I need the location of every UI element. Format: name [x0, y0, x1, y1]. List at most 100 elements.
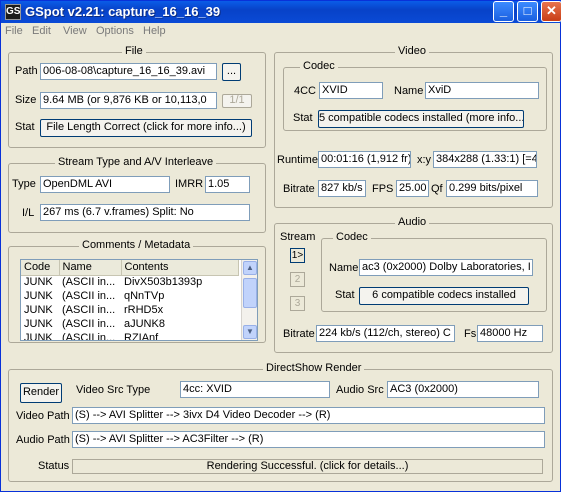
- cell-name: (ASCII in...: [62, 304, 116, 316]
- video-stat-label: Stat: [293, 112, 313, 124]
- table-row[interactable]: JUNK (ASCII in... rRHD5x: [21, 303, 239, 317]
- cell-contents: rRHD5x: [124, 304, 164, 316]
- menu-options[interactable]: Options: [96, 25, 134, 37]
- close-button[interactable]: ✕: [541, 1, 561, 22]
- table-row[interactable]: JUNK (ASCII in... DivX503b1393p: [21, 275, 239, 289]
- menu-view[interactable]: View: [63, 25, 87, 37]
- video-stat-button[interactable]: 5 compatible codecs installed (more info…: [318, 110, 524, 128]
- cell-code: JUNK: [24, 290, 53, 302]
- cell-contents: qNnTVp: [124, 290, 165, 302]
- fs-label: Fs: [464, 328, 477, 340]
- metadata-table: Code Name Contents JUNK (ASCII in... DivX5…: [21, 260, 239, 341]
- audio-name-label: Name: [329, 262, 359, 274]
- video-bitrate-field[interactable]: 827 kb/s: [318, 180, 366, 197]
- minimize-icon: _: [499, 3, 508, 18]
- size-field[interactable]: 9.64 MB (or 9,876 KB or 10,113,0: [40, 92, 217, 109]
- path-label: Path: [15, 65, 38, 77]
- col-name-header[interactable]: Name: [59, 260, 122, 276]
- metadata-scrollbar[interactable]: ▲ ▼: [241, 260, 257, 340]
- video-src-field[interactable]: 4cc: XVID: [180, 381, 330, 398]
- fourcc-label: 4CC: [294, 85, 317, 97]
- maximize-button[interactable]: □: [517, 1, 538, 22]
- menu-bar: File Edit View Options Help: [1, 23, 561, 41]
- video-path-label: Video Path: [16, 410, 70, 422]
- table-row[interactable]: JUNK (ASCII in... RZIAnf: [21, 331, 239, 341]
- video-bitrate-label: Bitrate: [283, 183, 315, 195]
- title-bar[interactable]: GS GSpot v2.21: capture_16_16_39 _ □ ✕: [1, 1, 561, 23]
- table-row[interactable]: JUNK (ASCII in... qNnTVp: [21, 289, 239, 303]
- audio-path-label: Audio Path: [16, 434, 70, 446]
- audio-path-field[interactable]: (S) --> AVI Splitter --> AC3Filter --> (…: [72, 431, 545, 448]
- fourcc-field[interactable]: XVID: [319, 82, 383, 99]
- cell-code: JUNK: [24, 318, 53, 330]
- video-src-label: Video Src Type: [76, 384, 151, 396]
- cell-name: (ASCII in...: [62, 290, 116, 302]
- qf-label: Qf: [431, 183, 443, 195]
- browse-button[interactable]: ...: [222, 63, 241, 81]
- cell-code: JUNK: [24, 276, 53, 289]
- cell-contents: RZIAnf: [124, 332, 159, 341]
- stream-type-group: Stream Type and A/V Interleave Type Open…: [8, 156, 266, 233]
- audio-codec-title: Codec: [333, 231, 371, 243]
- audio-name-field[interactable]: ac3 (0x2000) Dolby Laboratories, I: [359, 259, 533, 276]
- video-group-title: Video: [395, 45, 429, 57]
- qf-field[interactable]: 0.299 bits/pixel: [446, 180, 538, 197]
- audio-bitrate-field[interactable]: 224 kb/s (112/ch, stereo) C: [316, 325, 455, 342]
- scroll-thumb[interactable]: [243, 278, 257, 308]
- menu-edit[interactable]: Edit: [32, 25, 51, 37]
- fs-field[interactable]: 48000 Hz: [477, 325, 543, 342]
- window-title: GSpot v2.21: capture_16_16_39: [25, 4, 221, 19]
- table-row[interactable]: JUNK (ASCII in... aJUNK8: [21, 317, 239, 331]
- video-codec-title: Codec: [300, 60, 338, 72]
- render-group-title: DirectShow Render: [263, 362, 365, 374]
- xy-field[interactable]: 384x288 (1.33:1) [=4:: [433, 151, 537, 168]
- audio-stream-2-button[interactable]: 2: [290, 272, 305, 287]
- col-code-header[interactable]: Code: [21, 260, 60, 276]
- imrr-field[interactable]: 1.05: [205, 176, 250, 193]
- audio-group-title: Audio: [395, 216, 430, 228]
- audio-stream-1-button[interactable]: 1>: [290, 248, 305, 263]
- il-field[interactable]: 267 ms (6.7 v.frames) Split: No: [40, 204, 250, 221]
- app-icon: GS: [5, 4, 21, 20]
- file-stat-button[interactable]: File Length Correct (click for more info…: [40, 119, 252, 137]
- video-group: Video Codec 4CC XVID Name XviD Stat 5 co…: [274, 45, 553, 208]
- audio-src-label: Audio Src: [336, 384, 384, 396]
- file-group-title: File: [122, 45, 146, 57]
- cell-name: (ASCII in...: [62, 332, 116, 341]
- audio-stat-button[interactable]: 6 compatible codecs installed: [359, 287, 529, 305]
- metadata-list[interactable]: Code Name Contents JUNK (ASCII in... DivX5…: [20, 259, 258, 341]
- comments-group-title: Comments / Metadata: [79, 239, 194, 251]
- scroll-down-icon[interactable]: ▼: [243, 325, 257, 339]
- metadata-header-row: Code Name Contents: [21, 260, 239, 276]
- video-name-label: Name: [394, 85, 424, 97]
- audio-bitrate-label: Bitrate: [283, 328, 315, 340]
- size-label: Size: [15, 94, 37, 106]
- minimize-button[interactable]: _: [493, 1, 514, 22]
- col-contents-header[interactable]: Contents: [121, 260, 239, 276]
- scroll-up-icon[interactable]: ▲: [243, 261, 257, 275]
- path-field[interactable]: 006-08-08\capture_16_16_39.avi: [40, 63, 217, 80]
- il-label: I/L: [22, 207, 35, 219]
- stream-type-group-title: Stream Type and A/V Interleave: [55, 156, 217, 168]
- render-status-button[interactable]: Rendering Successful. (click for details…: [72, 459, 543, 474]
- fps-field[interactable]: 25.00: [396, 180, 429, 197]
- audio-stream-label: Stream: [280, 231, 316, 243]
- fps-label: FPS: [372, 183, 394, 195]
- gspot-window: GS GSpot v2.21: capture_16_16_39 _ □ ✕ F…: [0, 0, 561, 492]
- video-path-field[interactable]: (S) --> AVI Splitter --> 3ivx D4 Video D…: [72, 407, 545, 424]
- menu-help[interactable]: Help: [143, 25, 166, 37]
- menu-file[interactable]: File: [5, 25, 23, 37]
- video-name-field[interactable]: XviD: [425, 82, 539, 99]
- cell-name: (ASCII in...: [62, 318, 116, 330]
- type-field[interactable]: OpenDML AVI: [40, 176, 170, 193]
- audio-stream-3-button[interactable]: 3: [290, 296, 305, 311]
- render-status-label: Status: [38, 460, 70, 472]
- cell-code: JUNK: [24, 332, 53, 341]
- render-button[interactable]: Render: [20, 383, 62, 403]
- audio-stat-label: Stat: [335, 289, 355, 301]
- audio-src-field[interactable]: AC3 (0x2000): [387, 381, 539, 398]
- xy-label: x:y: [417, 154, 432, 166]
- runtime-field[interactable]: 00:01:16 (1,912 fr): [318, 151, 411, 168]
- type-label: Type: [12, 178, 36, 190]
- runtime-label: Runtime: [277, 154, 318, 166]
